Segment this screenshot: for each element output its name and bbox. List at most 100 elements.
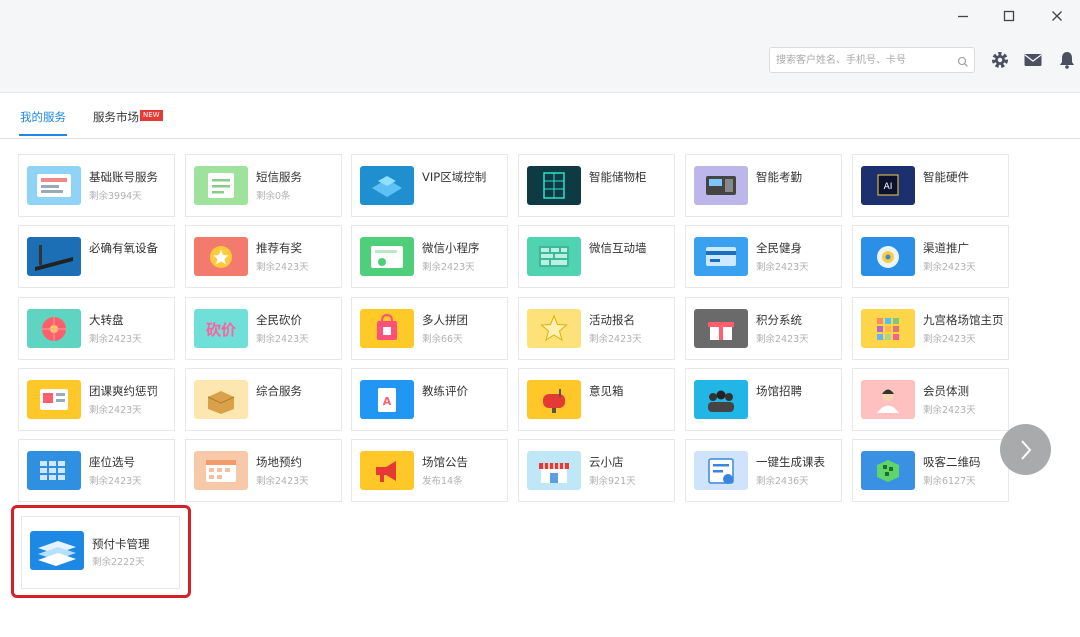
service-card[interactable]: 必确有氧设备 [18,225,175,288]
service-card[interactable]: 座位选号 剩余2423天 [18,439,175,502]
service-card[interactable]: 多人拼团 剩余66天 [351,297,508,360]
service-name: 云小店 [589,455,624,469]
service-remaining: 剩余66天 [422,334,463,345]
group-buy-icon [360,309,414,348]
service-name: 全民健身 [756,241,802,255]
service-remaining: 剩余3994天 [89,191,142,202]
service-name: 短信服务 [256,170,302,184]
wall-icon [527,237,581,276]
title-bar [0,0,1080,93]
shop-icon [527,451,581,490]
locker-icon [527,166,581,205]
service-card[interactable]: 砍价 全民砍价剩余2423天 [185,297,342,360]
service-card[interactable]: 短信服务 剩余0条 [185,154,342,217]
gear-icon[interactable] [989,49,1011,71]
service-card[interactable]: 智能储物柜 [518,154,675,217]
service-card[interactable]: 吸客二维码剩余6127天 [852,439,1009,502]
service-remaining: 剩余2436天 [756,476,809,487]
search-input[interactable] [770,48,962,73]
service-card[interactable]: 积分系统 剩余2423天 [685,297,842,360]
svg-text:A: A [383,395,392,408]
miniprogram-icon [360,237,414,276]
service-card[interactable]: 云小店剩余921天 [518,439,675,502]
service-card[interactable]: 基础账号服务 剩余3994天 [18,154,175,217]
service-name: 推荐有奖 [256,241,302,255]
bell-icon[interactable] [1056,49,1078,71]
tab-bar: 我的服务 服务市场 NEW [0,92,1080,139]
service-name: 教练评价 [422,384,468,398]
service-remaining: 剩余2423天 [923,262,976,273]
person-icon [861,380,915,419]
service-name: 微信小程序 [422,241,480,255]
service-name: 一键生成课表 [756,455,825,469]
service-card[interactable]: 团课爽约惩罚 剩余2423天 [18,368,175,431]
minimize-button[interactable] [948,4,978,28]
service-remaining: 剩余6127天 [923,476,976,487]
service-card[interactable]: 微信互动墙 [518,225,675,288]
service-card[interactable]: VIP区域控制 [351,154,508,217]
maximize-button[interactable] [994,4,1024,28]
maximize-icon [1003,10,1015,22]
service-remaining: 剩余2423天 [89,405,142,416]
close-button[interactable] [1042,4,1072,28]
service-name: 团课爽约惩罚 [89,384,158,398]
new-badge: NEW [140,110,163,121]
service-card[interactable]: A 教练评价 [351,368,508,431]
announce-icon [360,451,414,490]
service-remaining: 剩余2423天 [89,334,142,345]
svg-text:砍价: 砍价 [206,321,237,339]
service-card[interactable]: 微信小程序剩余2423天 [351,225,508,288]
next-page-button[interactable] [1000,424,1051,475]
penalty-icon [27,380,81,419]
service-remaining: 剩余921天 [589,476,636,487]
service-name: 综合服务 [256,384,302,398]
service-name: 全民砍价 [256,313,302,327]
service-card[interactable]: 渠道推广剩余2423天 [852,225,1009,288]
schedule-icon [694,451,748,490]
service-remaining: 剩余2423天 [256,476,309,487]
ai-chip-icon: AI [861,166,915,205]
vip-zone-icon [360,166,414,205]
service-remaining: 剩余2423天 [256,262,309,273]
service-remaining: 发布14条 [422,476,463,487]
service-name: 渠道推广 [923,241,969,255]
mail-icon[interactable] [1022,49,1044,71]
service-card[interactable]: 场馆公告发布14条 [351,439,508,502]
service-remaining: 剩余2423天 [422,262,475,273]
service-remaining: 剩余2423天 [756,334,809,345]
service-card[interactable]: 九宫格场馆主页 剩余2423天 [852,297,1009,360]
service-name: 智能考勤 [756,170,802,184]
service-card[interactable]: 场馆招聘 [685,368,842,431]
box-icon [194,380,248,419]
wheel-icon [27,309,81,348]
close-icon [1052,11,1062,21]
service-name: 吸客二维码 [923,455,981,469]
service-card[interactable]: 推荐有奖剩余2423天 [185,225,342,288]
account-icon [27,166,81,205]
tab-service-market[interactable]: 服务市场 NEW [93,109,163,125]
service-card[interactable]: AI 智能硬件 [852,154,1009,217]
service-card[interactable]: 场地预约 剩余2423天 [185,439,342,502]
tab-my-services[interactable]: 我的服务 [20,109,66,125]
service-name: 必确有氧设备 [89,241,158,255]
service-card[interactable]: 会员体测 剩余2423天 [852,368,1009,431]
service-card[interactable]: 智能考勤 [685,154,842,217]
tab-label: 我的服务 [20,110,66,124]
service-name: VIP区域控制 [422,170,487,184]
service-name: 活动报名 [589,313,635,327]
service-card[interactable]: 意见箱 [518,368,675,431]
highlight-box [11,505,191,598]
service-card[interactable]: 一键生成课表 剩余2436天 [685,439,842,502]
channel-icon [861,237,915,276]
service-name: 基础账号服务 [89,170,158,184]
service-card[interactable]: 全民健身 剩余2423天 [685,225,842,288]
seat-icon [27,451,81,490]
tab-label: 服务市场 [93,110,139,124]
star-icon [527,309,581,348]
service-card[interactable]: 大转盘 剩余2423天 [18,297,175,360]
service-card[interactable]: 综合服务 [185,368,342,431]
search-icon[interactable] [957,53,969,72]
service-remaining: 剩余2423天 [256,334,309,345]
service-name: 场馆公告 [422,455,468,469]
service-card[interactable]: 活动报名 剩余2423天 [518,297,675,360]
